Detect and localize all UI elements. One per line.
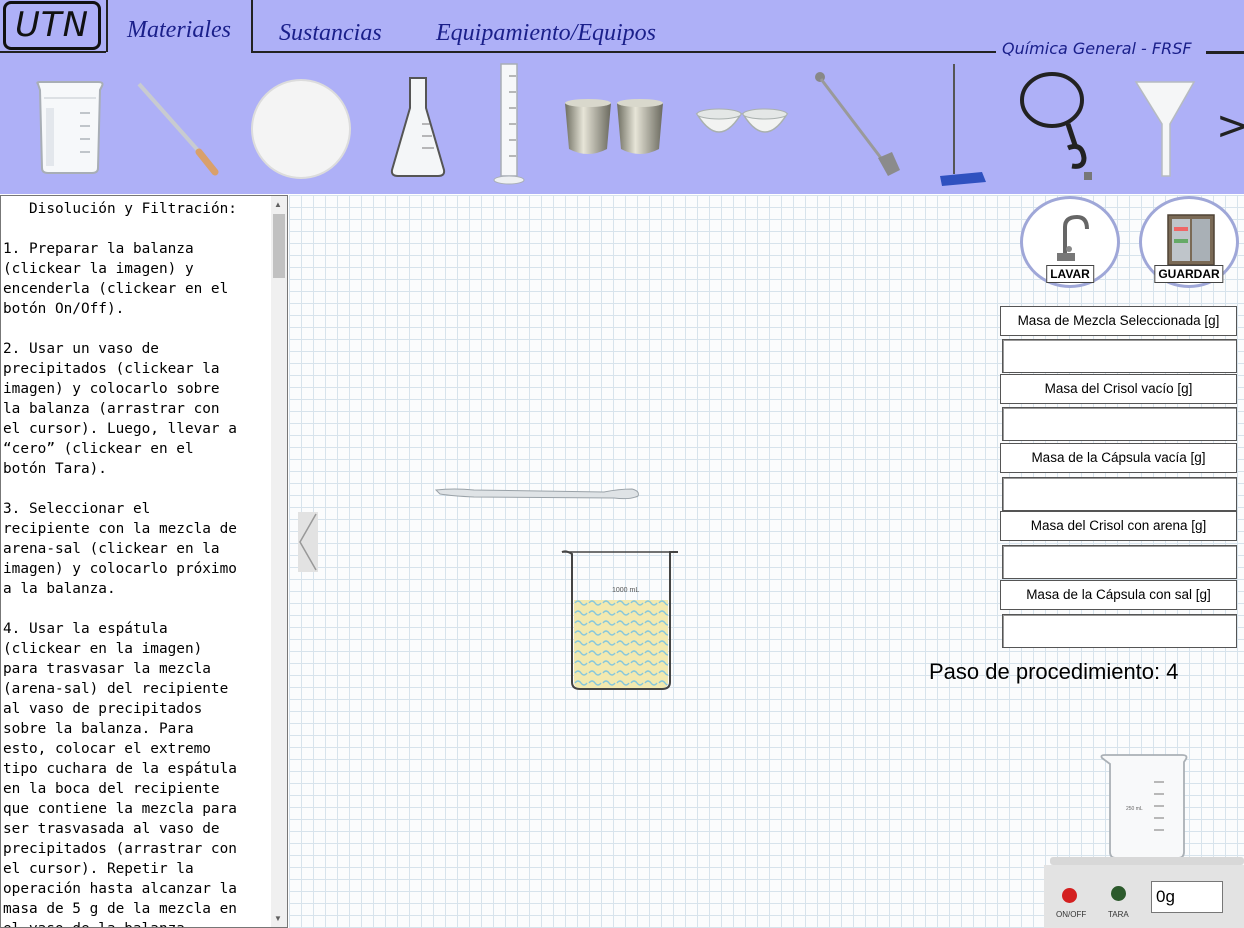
scroll-thumb[interactable]: [273, 214, 285, 278]
mass-crisol-arena-label: Masa del Crisol con arena [g]: [1000, 511, 1237, 541]
scroll-up-icon[interactable]: ▲: [274, 200, 282, 209]
mass-mezcla-input[interactable]: [1002, 339, 1237, 373]
utn-logo: UTN: [3, 1, 101, 50]
guardar-label: GUARDAR: [1154, 265, 1224, 283]
onoff-label: ON/OFF: [1056, 910, 1087, 919]
tab-baseline: [0, 51, 106, 53]
ring-clamp-icon[interactable]: [1018, 72, 1102, 184]
tab-materiales[interactable]: Materiales: [127, 17, 231, 44]
course-title: Química General - FRSF: [1002, 39, 1192, 58]
tab-baseline: [251, 51, 996, 53]
pipette-icon[interactable]: [133, 80, 221, 176]
tara-button[interactable]: [1111, 886, 1126, 901]
balance-beaker[interactable]: 250 mL: [1098, 752, 1190, 862]
tara-label: TARA: [1108, 910, 1129, 919]
balance-display: 0g: [1151, 881, 1223, 913]
crucibles-icon[interactable]: [563, 97, 667, 159]
toolbar: UTN Materiales Sustancias Equipamiento/E…: [0, 0, 1244, 194]
mass-capsula-vacia-input[interactable]: [1002, 477, 1237, 511]
collapse-panel-icon[interactable]: [298, 512, 318, 572]
erlenmeyer-flask-icon[interactable]: [388, 74, 448, 180]
spatula-icon[interactable]: [812, 70, 904, 182]
onoff-button[interactable]: [1062, 888, 1077, 903]
lavar-button[interactable]: LAVAR: [1020, 196, 1120, 288]
mixture-beaker-label: 1000 mL: [612, 587, 639, 594]
mass-mezcla-label: Masa de Mezcla Seleccionada [g]: [1000, 306, 1237, 336]
mass-crisol-arena-input[interactable]: [1002, 545, 1237, 579]
guardar-button[interactable]: GUARDAR: [1139, 196, 1239, 288]
mass-capsula-vacia-label: Masa de la Cápsula vacía [g]: [1000, 443, 1237, 473]
faucet-icon: [1057, 214, 1089, 261]
balance-beaker-label: 250 mL: [1126, 806, 1143, 812]
cabinet-icon: [1167, 214, 1215, 266]
mass-capsula-sal-input[interactable]: [1002, 614, 1237, 648]
mixture-beaker[interactable]: 1000 mL: [560, 548, 682, 692]
instructions-scrollbar[interactable]: ▲ ▼: [271, 196, 287, 927]
beaker-icon[interactable]: [34, 78, 106, 176]
tab-baseline: [1206, 51, 1244, 54]
scroll-down-icon[interactable]: ▼: [274, 914, 282, 923]
tab-sustancias[interactable]: Sustancias: [279, 20, 382, 47]
workspace-spatula[interactable]: [434, 484, 642, 504]
procedure-step: Paso de procedimiento: 4: [929, 659, 1179, 684]
funnel-icon[interactable]: [1134, 78, 1196, 180]
tab-divider: [251, 0, 253, 52]
graduated-cylinder-icon[interactable]: [492, 62, 526, 186]
tab-equipamiento[interactable]: Equipamiento/Equipos: [436, 20, 656, 47]
mass-capsula-sal-label: Masa de la Cápsula con sal [g]: [1000, 580, 1237, 610]
lavar-label: LAVAR: [1046, 265, 1094, 283]
evaporating-dishes-icon[interactable]: [695, 106, 789, 146]
instructions-panel[interactable]: Disolución y Filtración: 1. Preparar la …: [0, 195, 288, 928]
instructions-text: Disolución y Filtración: 1. Preparar la …: [3, 201, 237, 927]
filter-paper-icon[interactable]: [250, 78, 352, 180]
ring-stand-icon[interactable]: [938, 62, 988, 188]
mass-crisol-vacio-input[interactable]: [1002, 407, 1237, 441]
next-arrow-icon[interactable]: >: [1216, 106, 1244, 146]
tab-divider: [106, 0, 108, 52]
mass-crisol-vacio-label: Masa del Crisol vacío [g]: [1000, 374, 1237, 404]
